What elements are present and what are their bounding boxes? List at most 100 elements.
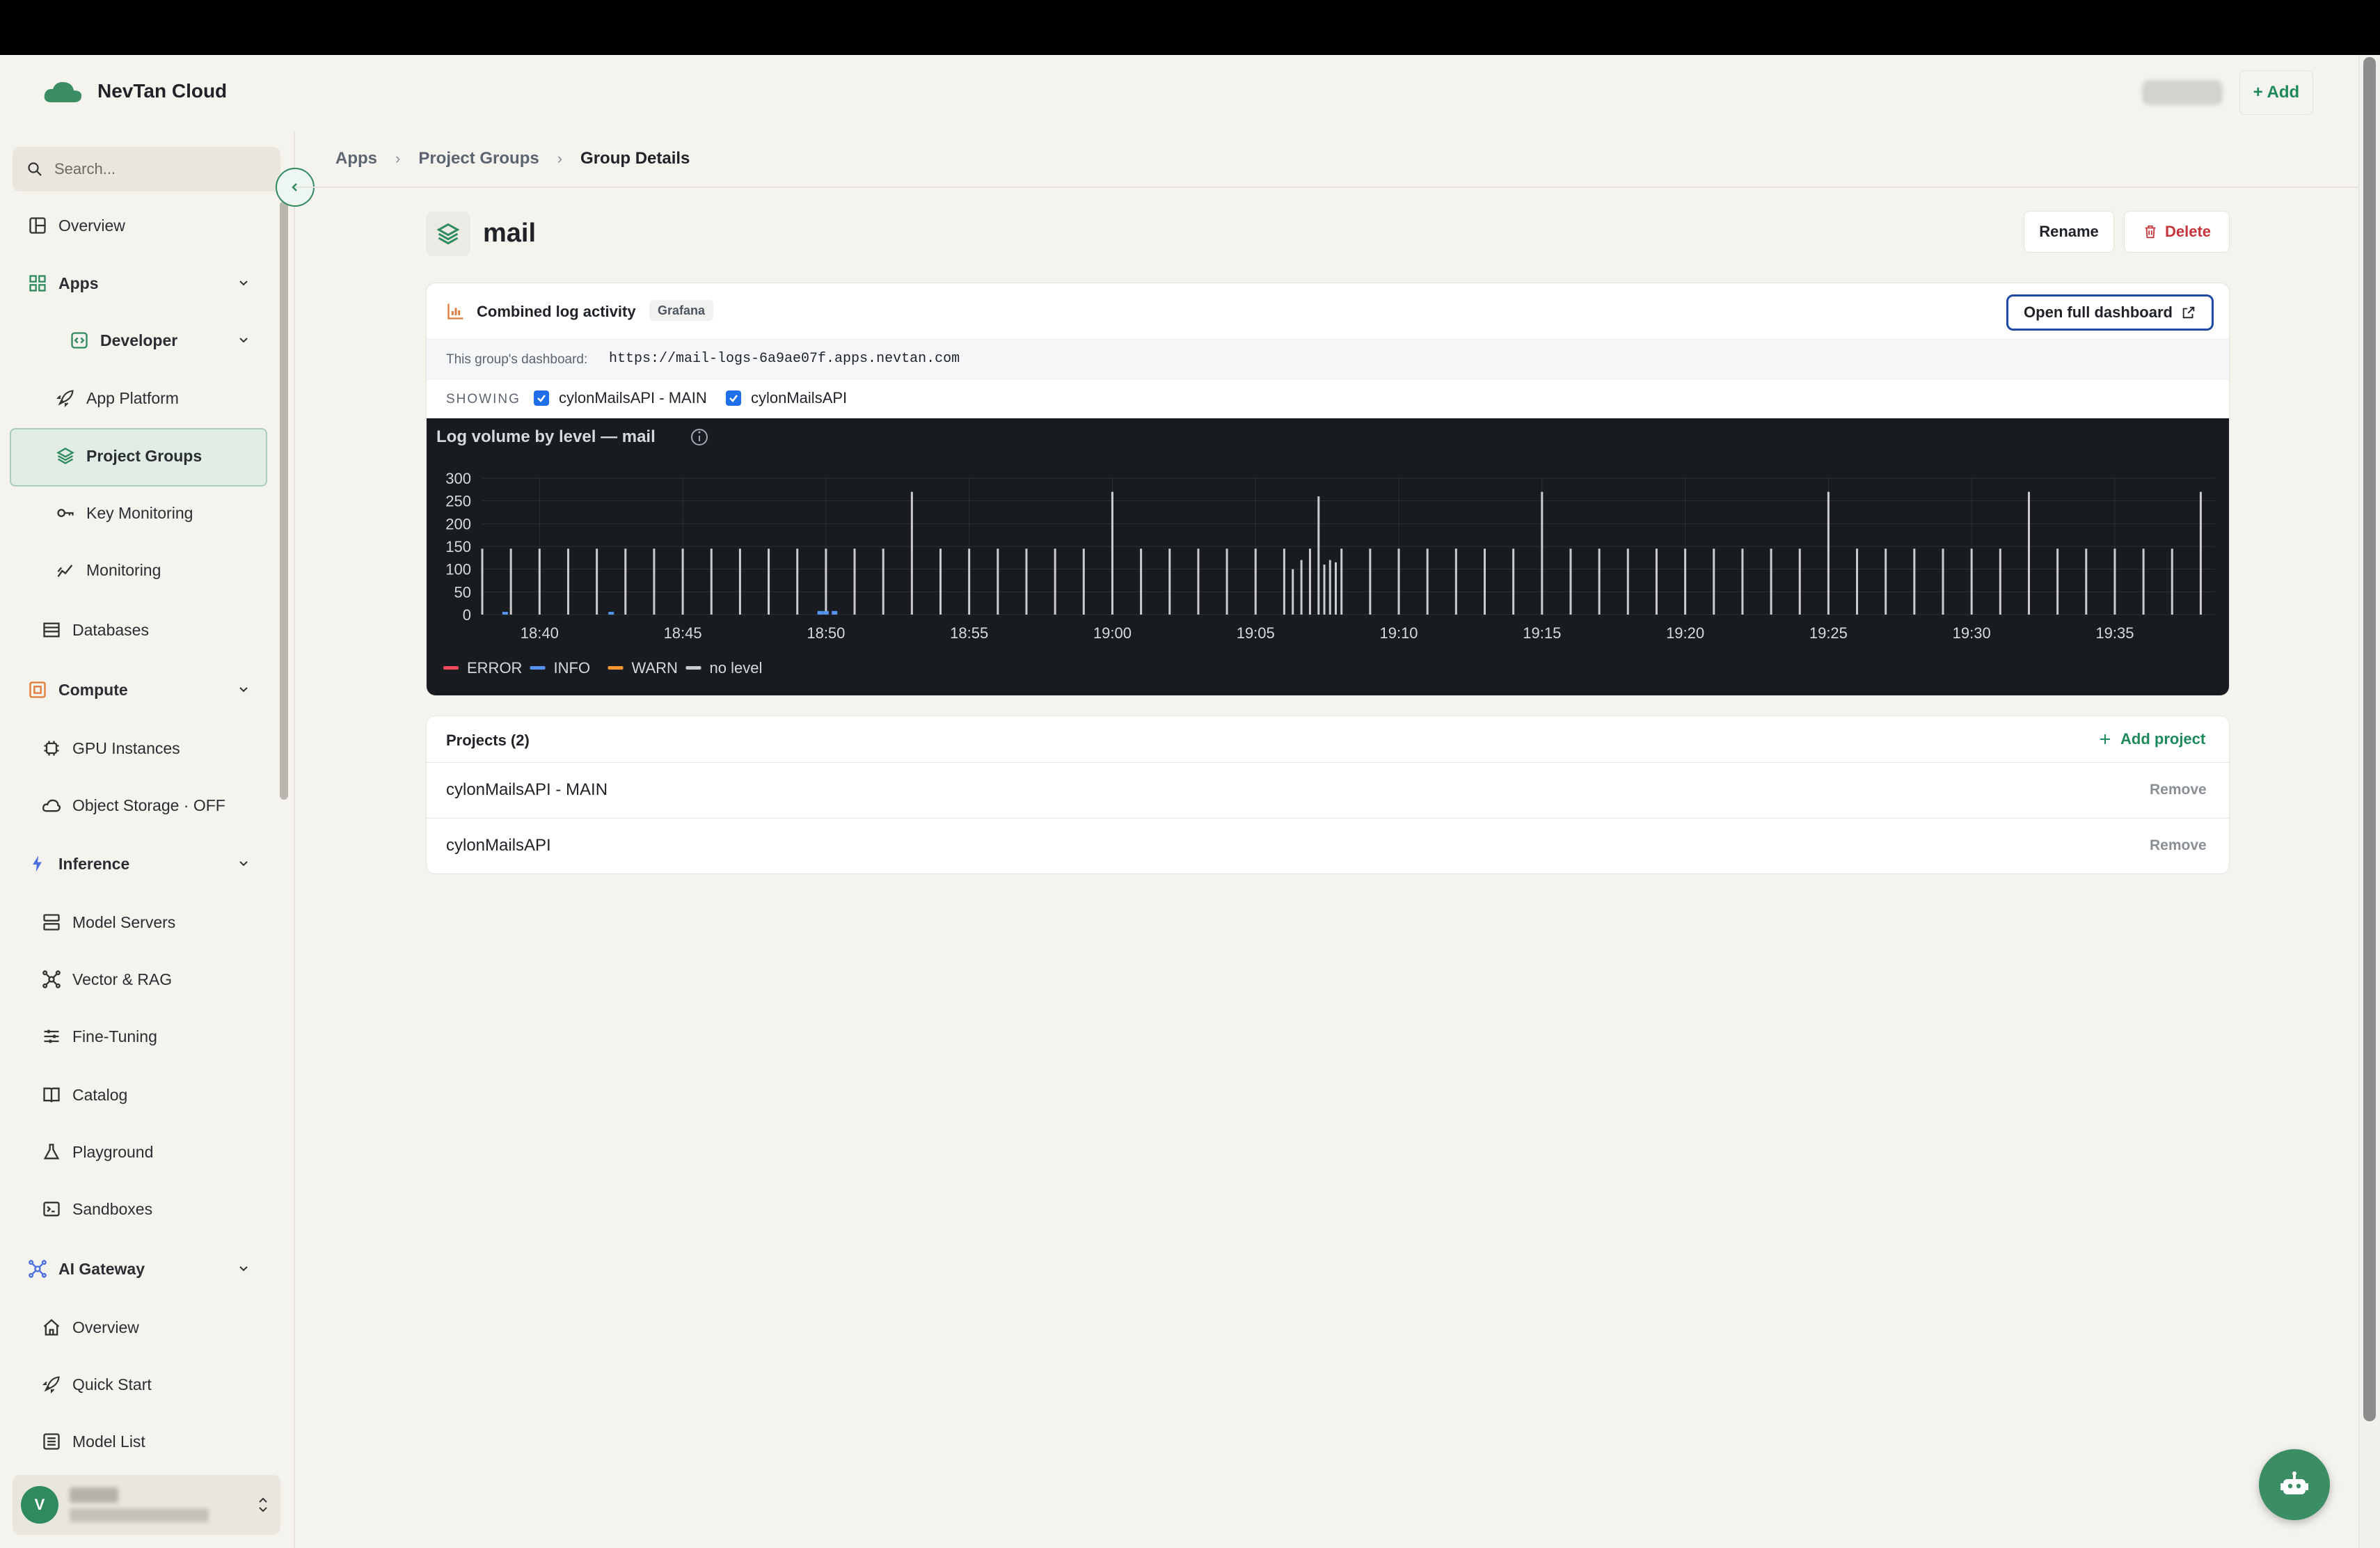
layers-icon (56, 448, 74, 464)
sidebar-label: Apps (58, 274, 99, 292)
sidebar-item-apps[interactable]: Apps (28, 269, 99, 297)
layers-icon (426, 212, 470, 256)
chevron-up-down-icon (259, 1497, 267, 1513)
user-menu[interactable]: V (13, 1475, 280, 1535)
bar-no-level (1054, 548, 1056, 615)
chevron-down-icon[interactable] (237, 857, 251, 871)
sidebar-item-model-list[interactable]: Model List (42, 1428, 145, 1455)
header-user-blurred[interactable] (2142, 80, 2223, 105)
rename-button[interactable]: Rename (2024, 211, 2114, 253)
bar-no-level (1317, 496, 1320, 615)
chevron-down-icon[interactable] (237, 333, 251, 347)
grafana-panel[interactable]: Log volume by level — mail 0 50 100 150 200 2… (427, 418, 2229, 695)
search-icon (28, 162, 42, 176)
app-logo[interactable]: NevTan Cloud (42, 77, 227, 105)
bar-info (823, 610, 829, 615)
checkbox-project[interactable]: cylonMailsAPI (726, 389, 847, 407)
sidebar-item-catalog[interactable]: Catalog (42, 1081, 127, 1109)
bar-no-level (1328, 560, 1331, 615)
checkbox-project-main[interactable]: cylonMailsAPI - MAIN (534, 389, 707, 407)
add-button[interactable]: + Add (2239, 70, 2313, 115)
add-project-button[interactable]: Add project (2098, 730, 2205, 748)
sidebar-item-compute[interactable]: Compute (28, 676, 128, 704)
sidebar-item-project-groups[interactable]: Project Groups (56, 442, 202, 470)
bar-no-level (1512, 548, 1515, 615)
x-tick-label: 19:30 (1953, 624, 1991, 642)
sidebar-item-quick-start[interactable]: Quick Start (42, 1371, 152, 1398)
sidebar-item-ai-gateway[interactable]: AI Gateway (28, 1255, 145, 1283)
sidebar-item-key-monitoring[interactable]: Key Monitoring (56, 499, 193, 527)
remove-project-button[interactable]: Remove (2150, 782, 2207, 798)
y-tick-label: 300 (445, 470, 471, 487)
sidebar-item-databases[interactable]: Databases (42, 616, 149, 644)
bar-no-level (1483, 548, 1486, 615)
assistant-bot-button[interactable] (2259, 1449, 2330, 1520)
sidebar-item-overview[interactable]: Overview (28, 212, 125, 239)
bar-no-level (2142, 548, 2145, 615)
project-row[interactable]: cylonMailsAPI Remove (427, 818, 2229, 874)
x-tick-label: 19:25 (1809, 624, 1848, 642)
dashboard-url[interactable]: https://mail-logs-6a9ae07f.apps.nevtan.c… (609, 351, 960, 367)
bar-no-level (1684, 548, 1687, 615)
page-scrollbar-thumb[interactable] (2363, 57, 2376, 1421)
sidebar-label: Overview (72, 1318, 139, 1336)
bar-no-level (2056, 548, 2059, 615)
sidebar-item-developer[interactable]: Developer (70, 326, 177, 354)
bar-no-level (509, 548, 512, 615)
sidebar-item-object-storage[interactable]: Object Storage · OFF (42, 791, 225, 819)
bar-no-level (1168, 548, 1171, 615)
sidebar-label: Overview (58, 216, 125, 235)
sidebar-label: Fine-Tuning (72, 1027, 157, 1045)
sidebar-item-inference[interactable]: Inference (28, 850, 129, 878)
x-tick-label: 19:00 (1093, 624, 1132, 642)
checkbox-label: cylonMailsAPI - MAIN (559, 389, 707, 406)
breadcrumb: Apps › Project Groups › Group Details (335, 149, 690, 168)
sidebar-item-model-servers[interactable]: Model Servers (42, 908, 175, 936)
project-row[interactable]: cylonMailsAPI - MAIN Remove (427, 762, 2229, 818)
window-top-bar (0, 0, 2380, 55)
chart-title: Log volume by level — mail (436, 427, 656, 446)
bar-no-level (997, 548, 999, 615)
bar-no-level (2085, 548, 2088, 615)
breadcrumb-project-groups[interactable]: Project Groups (418, 149, 539, 168)
delete-button[interactable]: Delete (2124, 211, 2230, 253)
log-volume-chart[interactable]: Log volume by level — mail 0 50 100 150 200 2… (427, 418, 2229, 695)
bar-no-level (1885, 548, 1887, 615)
sidebar-item-vector-rag[interactable]: Vector & RAG (42, 965, 172, 993)
sidebar-scrollbar[interactable] (280, 201, 288, 800)
remove-project-button[interactable]: Remove (2150, 837, 2207, 854)
sidebar-item-monitoring[interactable]: Monitoring (56, 556, 161, 584)
chevron-down-icon[interactable] (237, 683, 251, 697)
legend-label: WARN (632, 659, 678, 677)
bar-no-level (1111, 491, 1113, 615)
chevron-down-icon[interactable] (237, 1262, 251, 1276)
sidebar-item-gpu-instances[interactable]: GPU Instances (42, 734, 180, 762)
user-name-blurred (70, 1487, 118, 1503)
bar-info (832, 610, 838, 615)
bar-no-level (1856, 548, 1859, 615)
sidebar-item-gateway-overview[interactable]: Overview (42, 1313, 139, 1341)
sidebar-item-playground[interactable]: Playground (42, 1138, 153, 1166)
project-name[interactable]: cylonMailsAPI (446, 836, 551, 855)
breadcrumb-apps[interactable]: Apps (335, 149, 377, 168)
sidebar-item-fine-tuning[interactable]: Fine-Tuning (42, 1022, 157, 1050)
project-name[interactable]: cylonMailsAPI - MAIN (446, 780, 608, 800)
cpu-icon (29, 681, 46, 698)
bar-no-level (1999, 548, 2001, 615)
bar-no-level (624, 548, 627, 615)
page-title: mail (483, 219, 537, 248)
chevron-down-icon[interactable] (237, 276, 251, 290)
open-full-dashboard-button[interactable]: Open full dashboard (2006, 294, 2214, 331)
code-icon (71, 332, 88, 349)
search-input[interactable]: Search... (13, 147, 280, 191)
database-icon (43, 622, 60, 638)
sidebar-item-sandboxes[interactable]: Sandboxes (42, 1195, 152, 1223)
list-icon (43, 1433, 60, 1450)
bar-no-level (796, 548, 799, 615)
bar-no-level (1426, 548, 1429, 615)
sliders-icon (44, 1029, 59, 1043)
sidebar-item-app-platform[interactable]: App Platform (56, 384, 179, 412)
card-title: Combined log activity (477, 303, 636, 320)
info-icon[interactable] (691, 429, 708, 445)
bar-info (502, 612, 508, 615)
